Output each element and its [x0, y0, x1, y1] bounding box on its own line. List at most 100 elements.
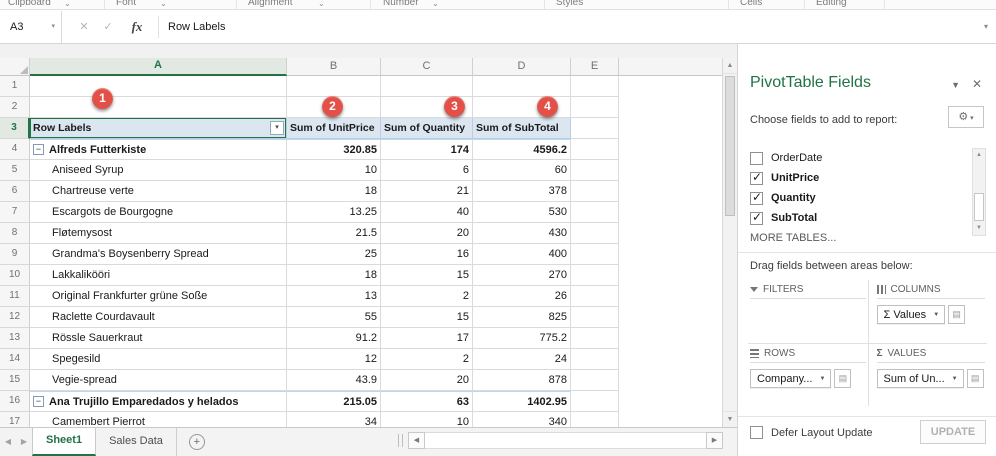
column-header-c[interactable]: C — [381, 58, 473, 76]
pivot-column-header[interactable]: Sum of Quantity — [381, 118, 473, 139]
cell[interactable] — [287, 76, 381, 97]
row-header-12[interactable]: 12 — [0, 307, 30, 328]
row-header-3[interactable]: 3 — [0, 118, 30, 139]
pivot-row-label[interactable]: Lakkalikööri — [30, 265, 287, 286]
pivot-value-cell[interactable]: 13.25 — [287, 202, 381, 223]
cell[interactable] — [30, 76, 287, 97]
row-header-13[interactable]: 13 — [0, 328, 30, 349]
defer-layout-checkbox[interactable] — [750, 426, 763, 439]
field-list-item[interactable]: Quantity — [750, 188, 958, 208]
collapse-button[interactable]: − — [33, 396, 44, 407]
pivot-value-cell[interactable]: 400 — [473, 244, 571, 265]
pivot-value-cell[interactable]: 43.9 — [287, 370, 381, 391]
filters-area[interactable]: FILTERS — [748, 280, 868, 343]
update-button[interactable]: UPDATE — [920, 420, 986, 444]
pivot-value-cell[interactable]: 378 — [473, 181, 571, 202]
field-checkbox[interactable] — [750, 212, 763, 225]
horizontal-scroll-track[interactable] — [425, 432, 706, 449]
row-header-16[interactable]: 16 — [0, 391, 30, 412]
vertical-scrollbar[interactable]: ▲ ▼ — [722, 58, 737, 427]
close-icon[interactable]: ✕ — [972, 77, 982, 91]
pivot-row-label[interactable]: Chartreuse verte — [30, 181, 287, 202]
column-header-b[interactable]: B — [287, 58, 381, 76]
expand-formula-bar-icon[interactable]: ▾ — [984, 11, 988, 43]
column-header-e[interactable]: E — [571, 58, 619, 76]
pivot-value-cell[interactable]: 91.2 — [287, 328, 381, 349]
row-header-17[interactable]: 17 — [0, 412, 30, 427]
pivot-row-label[interactable]: Spegesild — [30, 349, 287, 370]
cell[interactable] — [571, 370, 619, 391]
pivot-row-label[interactable]: Raclette Courdavault — [30, 307, 287, 328]
pivot-value-cell[interactable]: 21 — [381, 181, 473, 202]
cell[interactable] — [571, 202, 619, 223]
cell[interactable] — [571, 286, 619, 307]
row-header-6[interactable]: 6 — [0, 181, 30, 202]
field-list-scroll-thumb[interactable] — [974, 193, 984, 221]
pivot-value-cell[interactable]: 60 — [473, 160, 571, 181]
pivot-row-label[interactable]: Fløtemysost — [30, 223, 287, 244]
row-header-2[interactable]: 2 — [0, 97, 30, 118]
pivot-value-cell[interactable]: 34 — [287, 412, 381, 427]
field-checkbox[interactable] — [750, 152, 763, 165]
cell[interactable] — [571, 328, 619, 349]
cell[interactable] — [571, 76, 619, 97]
horizontal-scrollbar[interactable]: ◀ ▶ — [398, 432, 723, 449]
row-header-4[interactable]: 4 — [0, 139, 30, 160]
cell[interactable] — [571, 181, 619, 202]
pivot-value-cell[interactable]: 1402.95 — [473, 391, 571, 412]
pivot-column-header[interactable]: Sum of UnitPrice — [287, 118, 381, 139]
pivot-value-cell[interactable]: 24 — [473, 349, 571, 370]
cell[interactable] — [571, 244, 619, 265]
rows-area[interactable]: ROWS Company... ▼ ▤ — [748, 343, 868, 406]
row-header-5[interactable]: 5 — [0, 160, 30, 181]
filters-drop-zone[interactable] — [750, 299, 866, 305]
scroll-up-icon[interactable]: ▲ — [723, 58, 737, 74]
scroll-up-icon[interactable]: ▲ — [973, 149, 985, 162]
field-list-item[interactable]: OrderDate — [750, 148, 958, 168]
pivot-value-cell[interactable]: 340 — [473, 412, 571, 427]
columns-area[interactable]: COLUMNS Σ Values ▼ ▤ — [868, 280, 988, 343]
pivot-value-cell[interactable]: 530 — [473, 202, 571, 223]
pivot-row-label[interactable]: Aniseed Syrup — [30, 160, 287, 181]
pivot-value-cell[interactable]: 4596.2 — [473, 139, 571, 160]
pivot-value-cell[interactable]: 15 — [381, 307, 473, 328]
row-header-1[interactable]: 1 — [0, 76, 30, 97]
pivot-row-label[interactable]: Rössle Sauerkraut — [30, 328, 287, 349]
row-header-9[interactable]: 9 — [0, 244, 30, 265]
pivot-value-cell[interactable]: 16 — [381, 244, 473, 265]
row-header-15[interactable]: 15 — [0, 370, 30, 391]
name-box-dropdown-icon[interactable]: ▾ — [51, 11, 55, 43]
pivot-row-label[interactable]: Escargots de Bourgogne — [30, 202, 287, 223]
more-tables-link[interactable]: MORE TABLES... — [750, 232, 836, 244]
tab-scroll-right-icon[interactable]: ▶ — [16, 428, 32, 456]
cell[interactable] — [571, 265, 619, 286]
field-chip-sigma-values[interactable]: Σ Values ▼ — [877, 305, 946, 324]
pivot-value-cell[interactable]: 63 — [381, 391, 473, 412]
pivot-value-cell[interactable]: 10 — [381, 412, 473, 427]
pivot-value-cell[interactable]: 15 — [381, 265, 473, 286]
collapse-button[interactable]: − — [33, 144, 44, 155]
pivot-value-cell[interactable]: 18 — [287, 265, 381, 286]
insert-function-icon[interactable]: fx — [124, 11, 150, 43]
scroll-left-icon[interactable]: ◀ — [408, 432, 425, 449]
cell[interactable] — [571, 307, 619, 328]
rows-drop-zone[interactable]: Company... ▼ ▤ — [750, 363, 866, 388]
row-header-10[interactable]: 10 — [0, 265, 30, 286]
cell[interactable] — [571, 412, 619, 427]
field-options-button[interactable]: ▤ — [834, 369, 851, 388]
values-area[interactable]: Σ VALUES Sum of Un... ▼ ▤ — [868, 343, 988, 406]
enter-icon[interactable]: ✓ — [98, 11, 118, 43]
dialog-launcher-icon[interactable]: ⌄ — [432, 0, 439, 8]
pivot-row-label[interactable]: Grandma's Boysenberry Spread — [30, 244, 287, 265]
pivot-row-label[interactable]: −Alfreds Futterkiste — [30, 139, 287, 160]
pivot-value-cell[interactable]: 25 — [287, 244, 381, 265]
row-header-7[interactable]: 7 — [0, 202, 30, 223]
pivot-value-cell[interactable]: 270 — [473, 265, 571, 286]
field-list-item[interactable]: SubTotal — [750, 208, 958, 228]
pivot-value-cell[interactable]: 55 — [287, 307, 381, 328]
pivot-value-cell[interactable]: 40 — [381, 202, 473, 223]
pivot-value-cell[interactable]: 174 — [381, 139, 473, 160]
field-chip-sum-of-unitprice[interactable]: Sum of Un... ▼ — [877, 369, 964, 388]
pivot-value-cell[interactable]: 430 — [473, 223, 571, 244]
field-options-button[interactable]: ▤ — [948, 305, 965, 324]
